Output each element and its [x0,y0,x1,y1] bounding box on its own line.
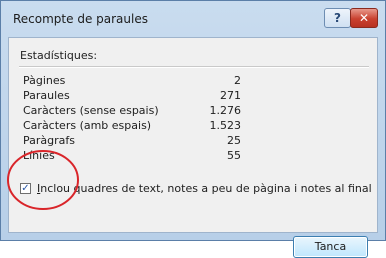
include-textboxes-checkbox[interactable]: ✓ [20,183,31,194]
stat-value: 271 [220,89,241,102]
stat-value: 55 [227,149,241,162]
stat-row-characters-with-spaces: Caràcters (amb espais) 1.523 [23,118,241,133]
close-icon: ✕ [358,11,370,25]
stat-row-paragraphs: Paràgrafs 25 [23,133,241,148]
stat-row-pages: Pàgines 2 [23,73,241,88]
dialog-body: Estadístiques: Pàgines 2 Paraules 271 Ca… [8,37,378,258]
word-count-dialog: Recompte de paraules ? ✕ Estadístiques: … [0,0,386,258]
stat-label: Línies [23,149,55,162]
statistics-group-label: Estadístiques: [20,49,98,62]
stat-row-lines: Línies 55 [23,148,241,163]
statistics-list: Pàgines 2 Paraules 271 Caràcters (sense … [23,73,241,163]
stat-label: Caràcters (sense espais) [23,104,159,117]
window-title: Recompte de paraules [13,12,148,26]
stat-label: Pàgines [23,74,66,87]
stat-label: Caràcters (amb espais) [23,119,152,132]
stat-label: Paràgrafs [23,134,75,147]
title-bar[interactable]: Recompte de paraules ? ✕ [1,1,385,37]
include-textboxes-label[interactable]: Inclou quadres de text, notes a peu de p… [37,182,372,196]
stat-value: 1.523 [209,119,242,132]
stat-value: 25 [227,134,241,147]
help-button[interactable]: ? [324,8,351,28]
stat-value: 1.276 [209,104,242,117]
close-button[interactable]: Tanca [293,236,368,258]
question-mark-icon: ? [334,11,341,25]
stat-value: 2 [234,74,241,87]
close-window-button[interactable]: ✕ [350,8,378,28]
stat-row-words: Paraules 271 [23,88,241,103]
group-separator [19,66,369,68]
stat-row-characters-no-spaces: Caràcters (sense espais) 1.276 [23,103,241,118]
stat-label: Paraules [23,89,70,102]
